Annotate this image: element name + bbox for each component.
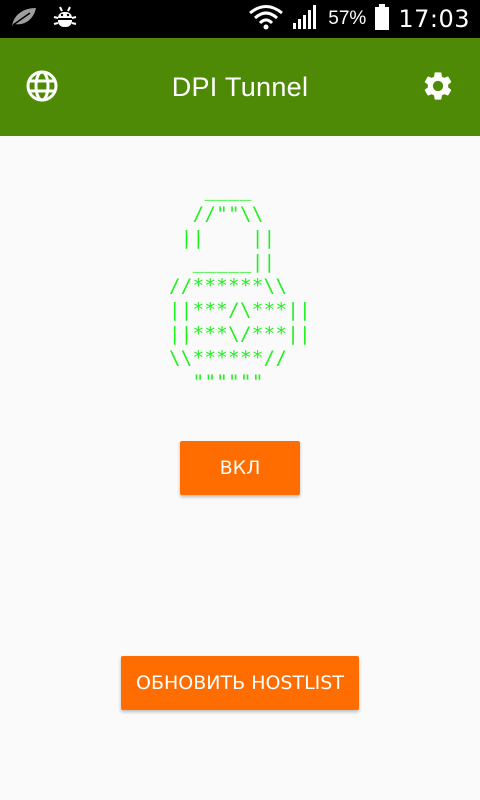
lock-ascii-art: ____ //""\\ || || _____|| //******\\ ||*… — [0, 178, 480, 394]
lock-art-text: ____ //""\\ || || _____|| //******\\ ||*… — [168, 179, 312, 393]
clock: 17:03 — [398, 5, 470, 33]
toggle-button[interactable]: ВКЛ — [180, 441, 300, 495]
battery-icon — [374, 3, 390, 35]
signal-icon — [292, 4, 320, 34]
leaf-icon — [10, 6, 38, 33]
update-hostlist-button[interactable]: ОБНОВИТЬ HOSTLIST — [121, 656, 359, 710]
wifi-icon — [248, 4, 284, 35]
gear-icon[interactable] — [420, 68, 456, 104]
app-bar: DPI Tunnel — [0, 38, 480, 136]
android-debug-icon — [52, 4, 78, 35]
battery-percent: 57% — [328, 8, 367, 29]
status-bar: 57% 17:03 — [0, 0, 480, 38]
app-title: DPI Tunnel — [171, 72, 309, 102]
